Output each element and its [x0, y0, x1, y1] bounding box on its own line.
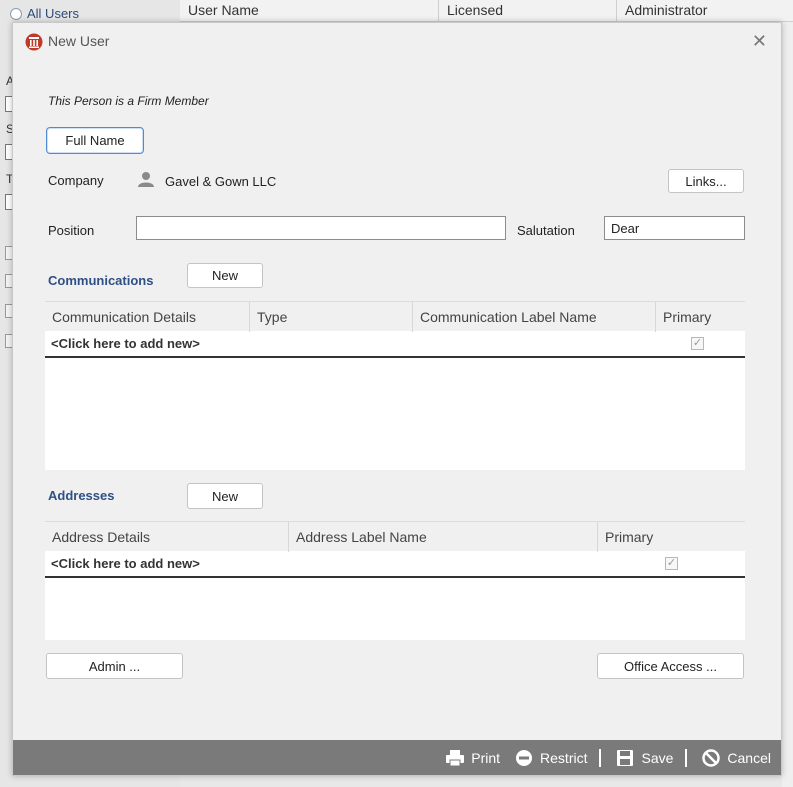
primary-checkbox[interactable]: ✓ [665, 557, 678, 570]
primary-checkbox[interactable]: ✓ [691, 337, 704, 350]
restrict-button[interactable]: Restrict [514, 748, 587, 768]
save-icon [617, 749, 634, 766]
communications-title: Communications [48, 273, 154, 288]
new-user-dialog: New User ✕ This Person is a Firm Member … [12, 22, 782, 776]
radio-icon [10, 7, 22, 20]
person-icon [138, 172, 154, 187]
office-access-button[interactable]: Office Access ... [597, 653, 744, 679]
add-new-row[interactable]: <Click here to add new> ✓ [45, 551, 745, 578]
company-name: Gavel & Gown LLC [165, 174, 277, 189]
toolbar-divider [685, 748, 688, 767]
cancel-button[interactable]: Cancel [701, 748, 771, 768]
addresses-title: Addresses [48, 488, 115, 503]
salutation-label: Salutation [517, 223, 575, 238]
save-label: Save [641, 749, 674, 766]
save-button[interactable]: Save [615, 748, 673, 768]
dialog-titlebar: New User ✕ [13, 23, 781, 61]
all-users-radio[interactable]: All Users [10, 6, 79, 21]
new-address-button[interactable]: New [187, 483, 263, 509]
column-administrator[interactable]: Administrator [617, 0, 793, 22]
print-button[interactable]: Print [445, 748, 500, 768]
restrict-label: Restrict [540, 749, 588, 766]
print-label: Print [471, 749, 501, 766]
salutation-input[interactable] [604, 216, 745, 240]
cancel-label: Cancel [727, 749, 771, 766]
column-licensed[interactable]: Licensed [439, 0, 617, 22]
cancel-icon [702, 748, 721, 767]
users-table-header: User Name Licensed Administrator [180, 0, 793, 22]
dialog-toolbar: Print Restrict Save Cancel [13, 740, 781, 775]
column-type[interactable]: Type [250, 302, 413, 332]
addresses-grid-header: Address Details Address Label Name Prima… [45, 521, 745, 552]
add-new-communication[interactable]: <Click here to add new> [45, 336, 200, 351]
company-label: Company [48, 173, 104, 188]
column-address-details[interactable]: Address Details [45, 522, 289, 552]
new-communication-button[interactable]: New [187, 263, 263, 288]
admin-button[interactable]: Admin ... [46, 653, 183, 679]
links-button[interactable]: Links... [668, 169, 744, 193]
column-communication-label-name[interactable]: Communication Label Name [413, 302, 656, 332]
full-name-button[interactable]: Full Name [46, 127, 144, 154]
add-new-row[interactable]: <Click here to add new> ✓ [45, 331, 745, 358]
printer-icon [446, 749, 465, 766]
column-user-name[interactable]: User Name [180, 0, 439, 22]
background-scroll-area [782, 22, 793, 787]
communications-grid-header: Communication Details Type Communication… [45, 301, 745, 332]
restrict-icon [516, 749, 533, 766]
toolbar-divider [599, 748, 602, 767]
column-primary[interactable]: Primary [598, 522, 745, 552]
communications-grid: Communication Details Type Communication… [45, 301, 745, 470]
position-input[interactable] [136, 216, 506, 240]
close-icon[interactable]: ✕ [752, 32, 767, 50]
column-primary[interactable]: Primary [656, 302, 745, 332]
firm-member-note: This Person is a Firm Member [48, 94, 209, 108]
all-users-label: All Users [27, 6, 80, 21]
dialog-title: New User [48, 33, 110, 49]
add-new-address[interactable]: <Click here to add new> [45, 556, 200, 571]
addresses-grid: Address Details Address Label Name Prima… [45, 521, 745, 640]
column-address-label-name[interactable]: Address Label Name [289, 522, 598, 552]
column-communication-details[interactable]: Communication Details [45, 302, 250, 332]
app-logo-icon [25, 33, 43, 51]
position-label: Position [48, 223, 95, 238]
